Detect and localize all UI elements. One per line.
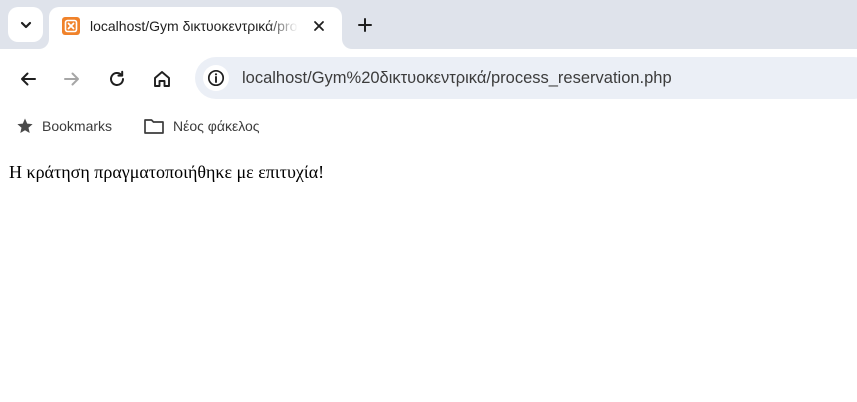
new-tab-button[interactable]: [352, 12, 378, 38]
back-button[interactable]: [13, 64, 43, 94]
tab-close-button[interactable]: [309, 16, 329, 36]
url-text: localhost/Gym%20δικτυοκεντρικά/process_r…: [242, 69, 672, 87]
site-info-button[interactable]: [203, 65, 229, 91]
arrow-left-icon: [21, 72, 36, 86]
bookmark-folder-item[interactable]: Νέος φάκελος: [143, 116, 260, 136]
forward-button[interactable]: [57, 64, 87, 94]
toolbar: localhost/Gym%20δικτυοκεντρικά/process_r…: [0, 49, 857, 109]
reservation-success-message: Η κράτηση πραγματοποιήθηκε με επιτυχία!: [9, 162, 325, 182]
address-bar[interactable]: localhost/Gym%20δικτυοκεντρικά/process_r…: [195, 57, 857, 99]
bookmark-item-bookmarks[interactable]: Bookmarks: [16, 116, 112, 136]
active-tab[interactable]: localhost/Gym δικτυοκεντρικά/process_res…: [49, 7, 342, 49]
page-content: Η κράτηση πραγματοποιήθηκε με επιτυχία!: [0, 143, 857, 402]
bookmark-folder-label: Νέος φάκελος: [173, 118, 260, 134]
reload-icon: [110, 70, 124, 86]
home-button[interactable]: [147, 64, 177, 94]
tab-search-button[interactable]: [8, 7, 43, 42]
bookmarks-bar: Bookmarks Νέος φάκελος: [0, 109, 857, 143]
tab-strip: localhost/Gym δικτυοκεντρικά/process_res…: [0, 0, 857, 49]
reload-button[interactable]: [102, 64, 132, 94]
plus-icon: [358, 18, 372, 32]
bookmark-label: Bookmarks: [42, 118, 113, 134]
info-icon: [207, 69, 225, 87]
chevron-down-icon: [20, 21, 31, 28]
close-icon: [314, 21, 324, 31]
star-icon: [17, 118, 33, 133]
tab-title: localhost/Gym δικτυοκεντρικά/process_res…: [90, 18, 298, 34]
folder-icon: [144, 119, 164, 134]
home-icon: [154, 71, 170, 87]
xampp-favicon-icon: [62, 17, 80, 35]
arrow-right-icon: [64, 72, 79, 86]
